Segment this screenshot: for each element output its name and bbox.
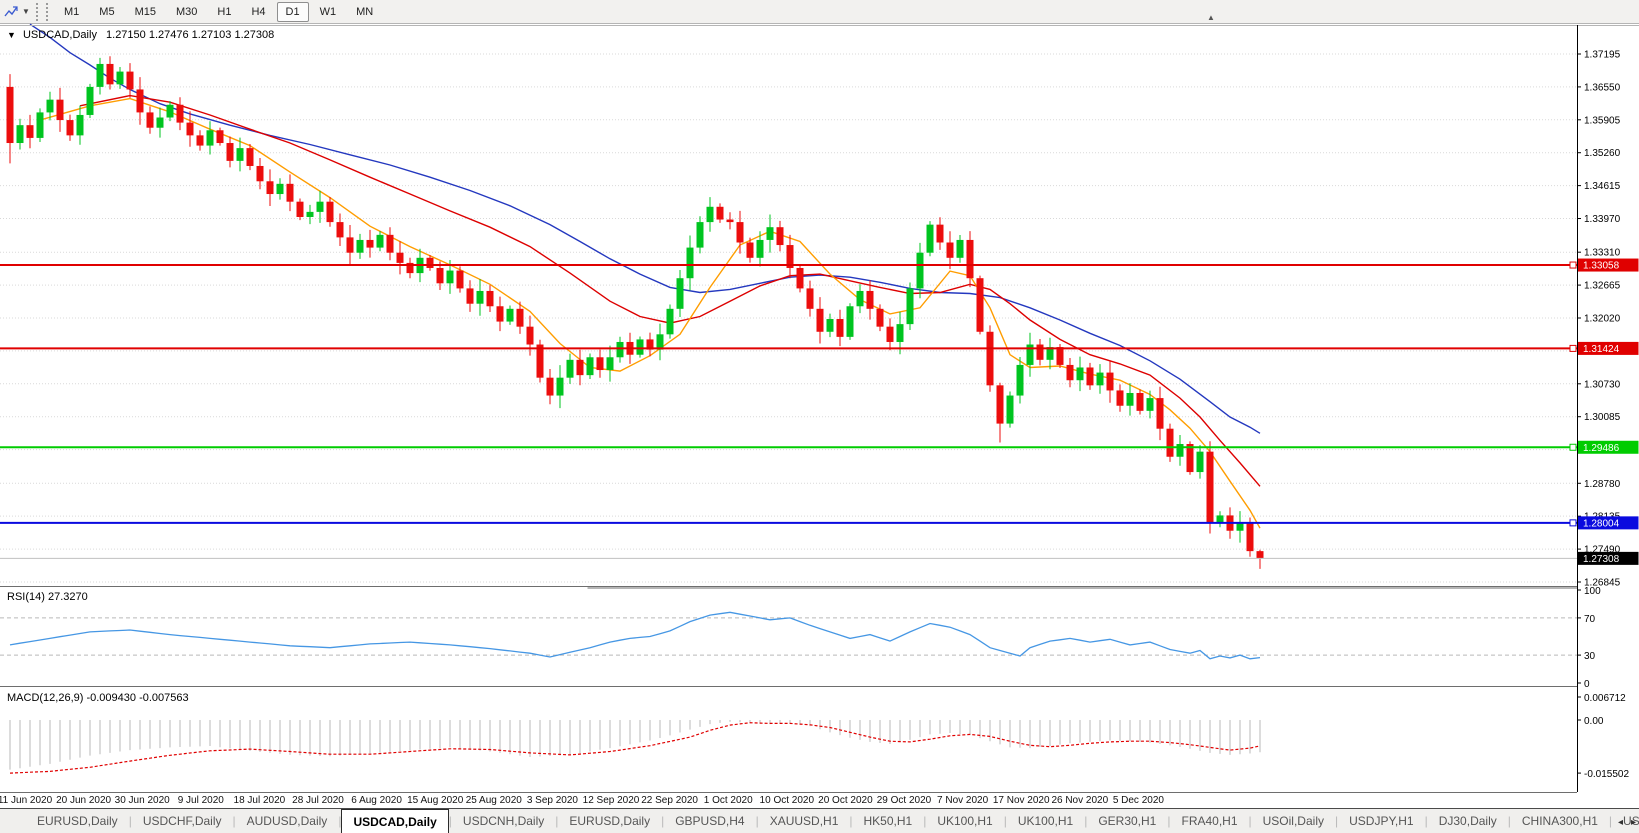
chart-symbol-label: USDCAD,Daily [23,29,97,41]
svg-text:1.30085: 1.30085 [1584,412,1621,423]
symbol-tab-eurusd-daily[interactable]: EURUSD,Daily [26,809,129,833]
svg-text:100: 100 [1584,586,1601,597]
date-axis: 11 Jun 202020 Jun 2020 30 Jun 2020 9 Jul 2… [0,795,1164,806]
symbol-tab-audusd-daily[interactable]: AUDUSD,Daily [236,809,339,833]
ma-line-fast [40,99,1260,529]
macd-indicator-label: MACD(12,26,9) -0.009430 -0.007563 [7,692,189,704]
mt4-window: ▼ M1M5M15M30H1H4D1W1MN 1.371951.365501.3… [0,0,1639,833]
candles [7,56,1264,569]
symbol-tab-uk100-h1[interactable]: UK100,H1 [926,809,1003,833]
symbol-tab-usdjpy-h1[interactable]: USDJPY,H1 [1338,809,1424,833]
symbol-tab-fra40-h1[interactable]: FRA40,H1 [1170,809,1248,833]
rsi-line [10,612,1260,659]
svg-text:1.31424: 1.31424 [1583,344,1620,355]
svg-text:-0.015502: -0.015502 [1584,769,1629,780]
svg-text:20 Oct 2020: 20 Oct 2020 [818,795,873,806]
svg-text:10 Oct 2020: 10 Oct 2020 [760,795,815,806]
svg-text:29 Oct 2020: 29 Oct 2020 [877,795,932,806]
symbol-tab-uk100-h1[interactable]: UK100,H1 [1007,809,1084,833]
svg-text:5 Dec 2020: 5 Dec 2020 [1113,795,1165,806]
ma-line-slow [30,24,1260,433]
svg-text:17 Nov 2020: 17 Nov 2020 [993,795,1050,806]
symbol-tab-dj30-daily[interactable]: DJ30,Daily [1428,809,1508,833]
symbol-tab-ger30-h1[interactable]: GER30,H1 [1087,809,1167,833]
svg-text:0: 0 [1584,679,1590,690]
svg-text:1.34615: 1.34615 [1584,181,1621,192]
svg-text:1.33058: 1.33058 [1583,261,1620,272]
toolbar-overflow-arrow-icon[interactable]: ▲ [1207,13,1215,22]
svg-text:28 Jul 2020: 28 Jul 2020 [292,795,344,806]
symbol-tab-china300-h1[interactable]: CHINA300,H1 [1511,809,1609,833]
svg-text:3 Sep 2020: 3 Sep 2020 [527,795,579,806]
rsi-panel: 100 70 30 0 [0,586,1601,690]
symbol-menu-arrow-icon[interactable]: ▼ [7,30,16,40]
svg-text:30 Jun 2020: 30 Jun 2020 [115,795,170,806]
symbol-tab-eurusd-daily[interactable]: EURUSD,Daily [558,809,661,833]
svg-text:20 Jun 2020: 20 Jun 2020 [56,795,111,806]
svg-text:1.36550: 1.36550 [1584,82,1621,93]
svg-text:1.33970: 1.33970 [1584,214,1621,225]
svg-text:18 Jul 2020: 18 Jul 2020 [234,795,286,806]
symbol-tabbar: EURUSD,Daily|USDCHF,Daily|AUDUSD,Daily|U… [0,808,1639,833]
symbol-tab-usoil-daily[interactable]: USOil,Daily [1252,809,1335,833]
svg-text:1.28780: 1.28780 [1584,479,1621,490]
svg-text:1.29486: 1.29486 [1583,443,1620,454]
chart-title: ▼ USDCAD,Daily 1.27150 1.27476 1.27103 1… [7,29,274,41]
svg-text:22 Sep 2020: 22 Sep 2020 [641,795,698,806]
svg-text:1.28004: 1.28004 [1583,518,1620,529]
rsi-indicator-label: RSI(14) 27.3270 [7,591,88,603]
chart-ohlc-values: 1.27150 1.27476 1.27103 1.27308 [106,29,274,41]
svg-text:15 Aug 2020: 15 Aug 2020 [407,795,464,806]
svg-text:1.30730: 1.30730 [1584,379,1621,390]
symbol-tab-usdcad-daily[interactable]: USDCAD,Daily [341,809,448,833]
svg-text:11 Jun 2020: 11 Jun 2020 [0,795,53,806]
symbol-tab-usdcnh-daily[interactable]: USDCNH,Daily [452,809,555,833]
svg-text:1.35905: 1.35905 [1584,115,1621,126]
svg-text:1.27308: 1.27308 [1583,554,1620,565]
svg-text:0.00: 0.00 [1584,716,1604,727]
svg-text:9 Jul 2020: 9 Jul 2020 [178,795,225,806]
svg-text:1.33310: 1.33310 [1584,248,1621,259]
svg-text:1 Oct 2020: 1 Oct 2020 [704,795,753,806]
svg-text:30: 30 [1584,651,1596,662]
chart-canvas[interactable]: 1.37195 1.36550 1.35905 1.35260 1.34615 1.339… [0,0,1639,833]
svg-text:25 Aug 2020: 25 Aug 2020 [466,795,523,806]
symbol-tab-xauusd-h1[interactable]: XAUUSD,H1 [759,809,850,833]
price-axis: 1.37195 1.36550 1.35905 1.35260 1.34615 1.339… [1577,50,1639,589]
svg-text:1.32020: 1.32020 [1584,313,1621,324]
symbol-tab-usdchf-daily[interactable]: USDCHF,Daily [132,809,233,833]
tab-scroll-right-icon[interactable]: ▸ [1631,817,1636,828]
svg-text:0.006712: 0.006712 [1584,693,1626,704]
svg-text:1.32665: 1.32665 [1584,281,1621,292]
svg-text:7 Nov 2020: 7 Nov 2020 [937,795,989,806]
symbol-tab-gbpusd-h4[interactable]: GBPUSD,H4 [664,809,755,833]
svg-text:1.35260: 1.35260 [1584,148,1621,159]
main-panel [0,24,1577,569]
svg-text:26 Nov 2020: 26 Nov 2020 [1051,795,1108,806]
svg-text:6 Aug 2020: 6 Aug 2020 [351,795,402,806]
macd-panel: 0.006712 0.00 -0.015502 [10,693,1629,780]
ma-line-mid [80,96,1260,487]
grid-lines [0,54,1577,582]
svg-text:1.37195: 1.37195 [1584,50,1621,61]
svg-text:70: 70 [1584,614,1596,625]
macd-signal-line [10,723,1260,773]
tab-scroll-left-icon[interactable]: ◂ [1618,817,1623,828]
svg-text:12 Sep 2020: 12 Sep 2020 [583,795,640,806]
symbol-tab-hk50-h1[interactable]: HK50,H1 [853,809,924,833]
